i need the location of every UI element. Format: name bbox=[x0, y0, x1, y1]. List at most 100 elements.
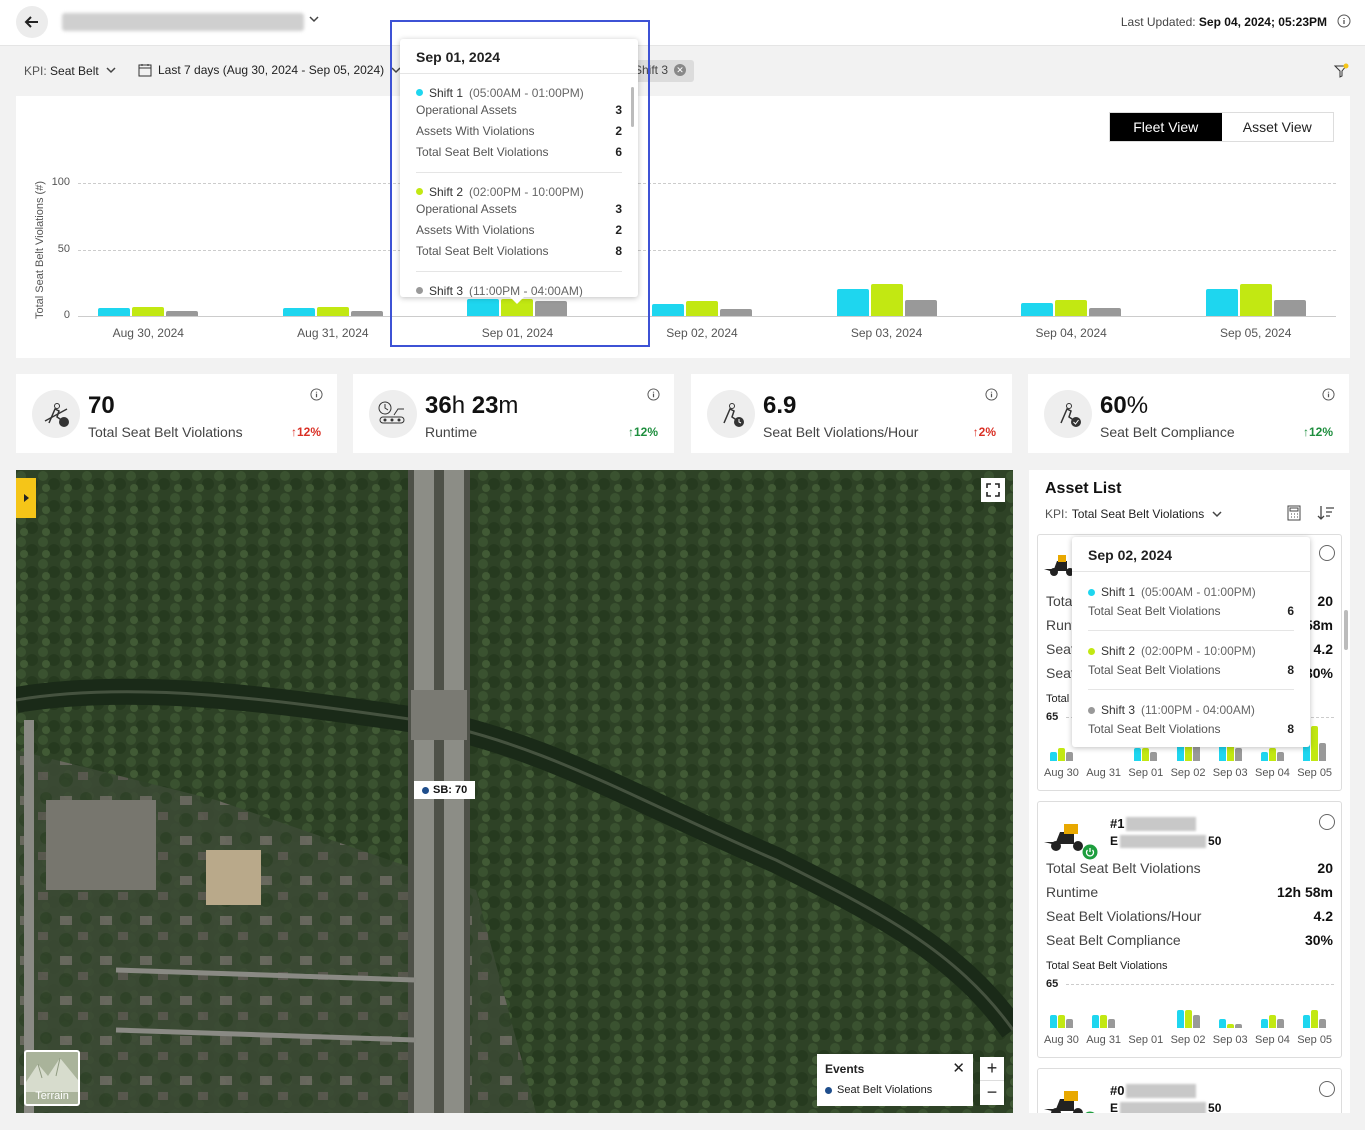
mini-chart-bar[interactable] bbox=[1226, 1023, 1234, 1028]
asset-card[interactable]: #0 E 50 bbox=[1037, 1068, 1342, 1113]
gridline bbox=[78, 183, 1336, 184]
mini-chart-bar[interactable] bbox=[1269, 1014, 1276, 1028]
tooltip-shift-2: Shift 2 (02:00PM - 10:00PM) bbox=[1072, 639, 1310, 663]
mini-chart-bar[interactable] bbox=[1134, 747, 1142, 761]
site-name-blurred[interactable] bbox=[62, 13, 304, 31]
mini-chart-bar[interactable] bbox=[1319, 1019, 1327, 1028]
mini-chart-bar[interactable] bbox=[1150, 752, 1158, 761]
calculator-icon[interactable] bbox=[1286, 505, 1302, 526]
mini-chart-bar[interactable] bbox=[1234, 1023, 1242, 1028]
mini-x-label: Sep 02 bbox=[1170, 1034, 1206, 1046]
tooltip-date: Sep 02, 2024 bbox=[1072, 537, 1310, 572]
chart-bar[interactable] bbox=[1205, 289, 1238, 316]
mini-chart-bar[interactable] bbox=[1234, 747, 1242, 761]
zoom-out-button[interactable]: − bbox=[980, 1081, 1004, 1105]
map-marker[interactable]: SB: 70 bbox=[414, 781, 476, 799]
mini-chart-bar[interactable] bbox=[1066, 1019, 1073, 1028]
chevron-down-icon[interactable] bbox=[308, 13, 320, 28]
mini-x-label: Aug 30 bbox=[1044, 767, 1079, 779]
chart-bar[interactable] bbox=[870, 284, 903, 316]
satellite-map[interactable]: SB: 70 Terrain Events ✕ Seat Belt Violat… bbox=[16, 470, 1013, 1113]
mini-chart-bar[interactable] bbox=[1050, 1014, 1057, 1028]
mini-chart-bar[interactable] bbox=[1108, 1019, 1116, 1028]
kpi-card-compliance[interactable]: 60% Seat Belt Compliance ↑12% bbox=[1028, 374, 1349, 453]
terrain-toggle[interactable]: Terrain bbox=[24, 1050, 80, 1106]
last-updated-label: Last Updated: bbox=[1120, 15, 1196, 29]
fullscreen-button[interactable] bbox=[981, 478, 1005, 502]
chart-bar[interactable] bbox=[720, 309, 752, 316]
mini-chart-bar[interactable] bbox=[1100, 1014, 1108, 1028]
map-panel-toggle[interactable] bbox=[16, 478, 36, 518]
asset-kpi-selector[interactable]: KPI: Total Seat Belt Violations bbox=[1045, 507, 1223, 521]
asset-card[interactable]: #1 E 50 Total Seat Belt Violations 20 Run… bbox=[1037, 801, 1342, 1058]
mini-chart-bar[interactable] bbox=[1261, 752, 1268, 761]
asset-select-radio[interactable] bbox=[1319, 545, 1335, 561]
x-tick-label: Sep 02, 2024 bbox=[666, 326, 738, 340]
chart-bar[interactable] bbox=[836, 289, 869, 316]
chart-bar[interactable] bbox=[1239, 284, 1272, 316]
chart-bar[interactable] bbox=[1273, 300, 1306, 316]
filter-icon[interactable] bbox=[1333, 63, 1349, 84]
asset-list-scrollbar[interactable] bbox=[1344, 610, 1348, 650]
mini-chart-bar[interactable] bbox=[1058, 747, 1065, 761]
mini-chart-bar[interactable] bbox=[1142, 747, 1150, 761]
info-icon[interactable] bbox=[1322, 388, 1335, 406]
mini-chart-bar[interactable] bbox=[1269, 747, 1276, 761]
asset-select-radio[interactable] bbox=[1319, 814, 1335, 830]
kpi-card-violations-hour[interactable]: 6.9 Seat Belt Violations/Hour ↑2% bbox=[691, 374, 1012, 453]
mini-chart-max: 65 bbox=[1046, 711, 1059, 723]
x-tick-label: Aug 31, 2024 bbox=[297, 326, 369, 340]
back-button[interactable] bbox=[16, 6, 48, 38]
mini-chart-bar[interactable] bbox=[1261, 1019, 1268, 1028]
asset-view-button[interactable]: Asset View bbox=[1222, 113, 1334, 141]
mini-x-label: Sep 01 bbox=[1128, 1034, 1164, 1046]
info-icon[interactable] bbox=[647, 388, 660, 406]
asset-metric-row: Total Seat Belt Violations 20 bbox=[1046, 860, 1333, 876]
chart-bar[interactable] bbox=[282, 308, 315, 316]
mini-chart-bar[interactable] bbox=[1176, 1010, 1184, 1028]
mini-chart-bar[interactable] bbox=[1184, 1010, 1192, 1028]
info-icon[interactable] bbox=[985, 388, 998, 406]
mini-x-label: Sep 04 bbox=[1255, 767, 1290, 779]
mini-chart-bar[interactable] bbox=[1066, 752, 1073, 761]
chart-bar[interactable] bbox=[98, 308, 131, 316]
chevron-down-icon bbox=[1212, 511, 1222, 518]
chart-bar[interactable] bbox=[652, 304, 684, 316]
close-icon[interactable]: ✕ bbox=[674, 64, 687, 76]
view-toggle: Fleet View Asset View bbox=[1109, 112, 1334, 142]
kpi-card-total-violations[interactable]: 70 Total Seat Belt Violations ↑12% bbox=[16, 374, 337, 453]
mini-chart-bar[interactable] bbox=[1311, 1010, 1319, 1028]
fleet-view-button[interactable]: Fleet View bbox=[1110, 113, 1222, 141]
chevron-down-icon bbox=[106, 67, 116, 74]
mini-chart-bar[interactable] bbox=[1092, 1014, 1100, 1028]
date-range-selector[interactable]: Last 7 days (Aug 30, 2024 - Sep 05, 2024… bbox=[138, 63, 402, 77]
chart-bar[interactable] bbox=[132, 306, 165, 316]
terrain-label: Terrain bbox=[35, 1090, 69, 1102]
zoom-in-button[interactable]: + bbox=[980, 1057, 1004, 1081]
mini-chart-bar[interactable] bbox=[1277, 1019, 1284, 1028]
chart-bar[interactable] bbox=[316, 306, 349, 316]
asset-select-radio[interactable] bbox=[1319, 1081, 1335, 1097]
events-title: Events bbox=[825, 1062, 865, 1076]
mini-chart-bar[interactable] bbox=[1277, 752, 1284, 761]
mini-chart-bar[interactable] bbox=[1218, 1019, 1226, 1028]
mini-chart-bar[interactable] bbox=[1192, 1014, 1200, 1028]
info-icon[interactable] bbox=[1337, 14, 1351, 33]
chart-bar[interactable] bbox=[1089, 308, 1122, 316]
chart-bar[interactable] bbox=[904, 300, 937, 316]
info-icon[interactable] bbox=[310, 388, 323, 406]
kpi-selector[interactable]: KPI: Seat Belt bbox=[24, 64, 117, 78]
chart-bar[interactable] bbox=[166, 310, 199, 316]
chart-bar[interactable] bbox=[1055, 300, 1088, 316]
chart-bar[interactable] bbox=[686, 301, 718, 316]
close-icon[interactable]: ✕ bbox=[952, 1059, 965, 1077]
mini-chart-bar[interactable] bbox=[1058, 1014, 1065, 1028]
chart-bar[interactable] bbox=[1021, 302, 1054, 316]
sort-icon[interactable] bbox=[1317, 505, 1335, 526]
mini-chart-bar[interactable] bbox=[1303, 1014, 1311, 1028]
mini-chart-bar[interactable] bbox=[1319, 743, 1327, 761]
mini-chart-bar[interactable] bbox=[1311, 725, 1319, 761]
chart-bar[interactable] bbox=[350, 310, 383, 316]
kpi-card-runtime[interactable]: 36h 23m Runtime ↑12% bbox=[353, 374, 674, 453]
mini-chart-bar[interactable] bbox=[1050, 752, 1057, 761]
